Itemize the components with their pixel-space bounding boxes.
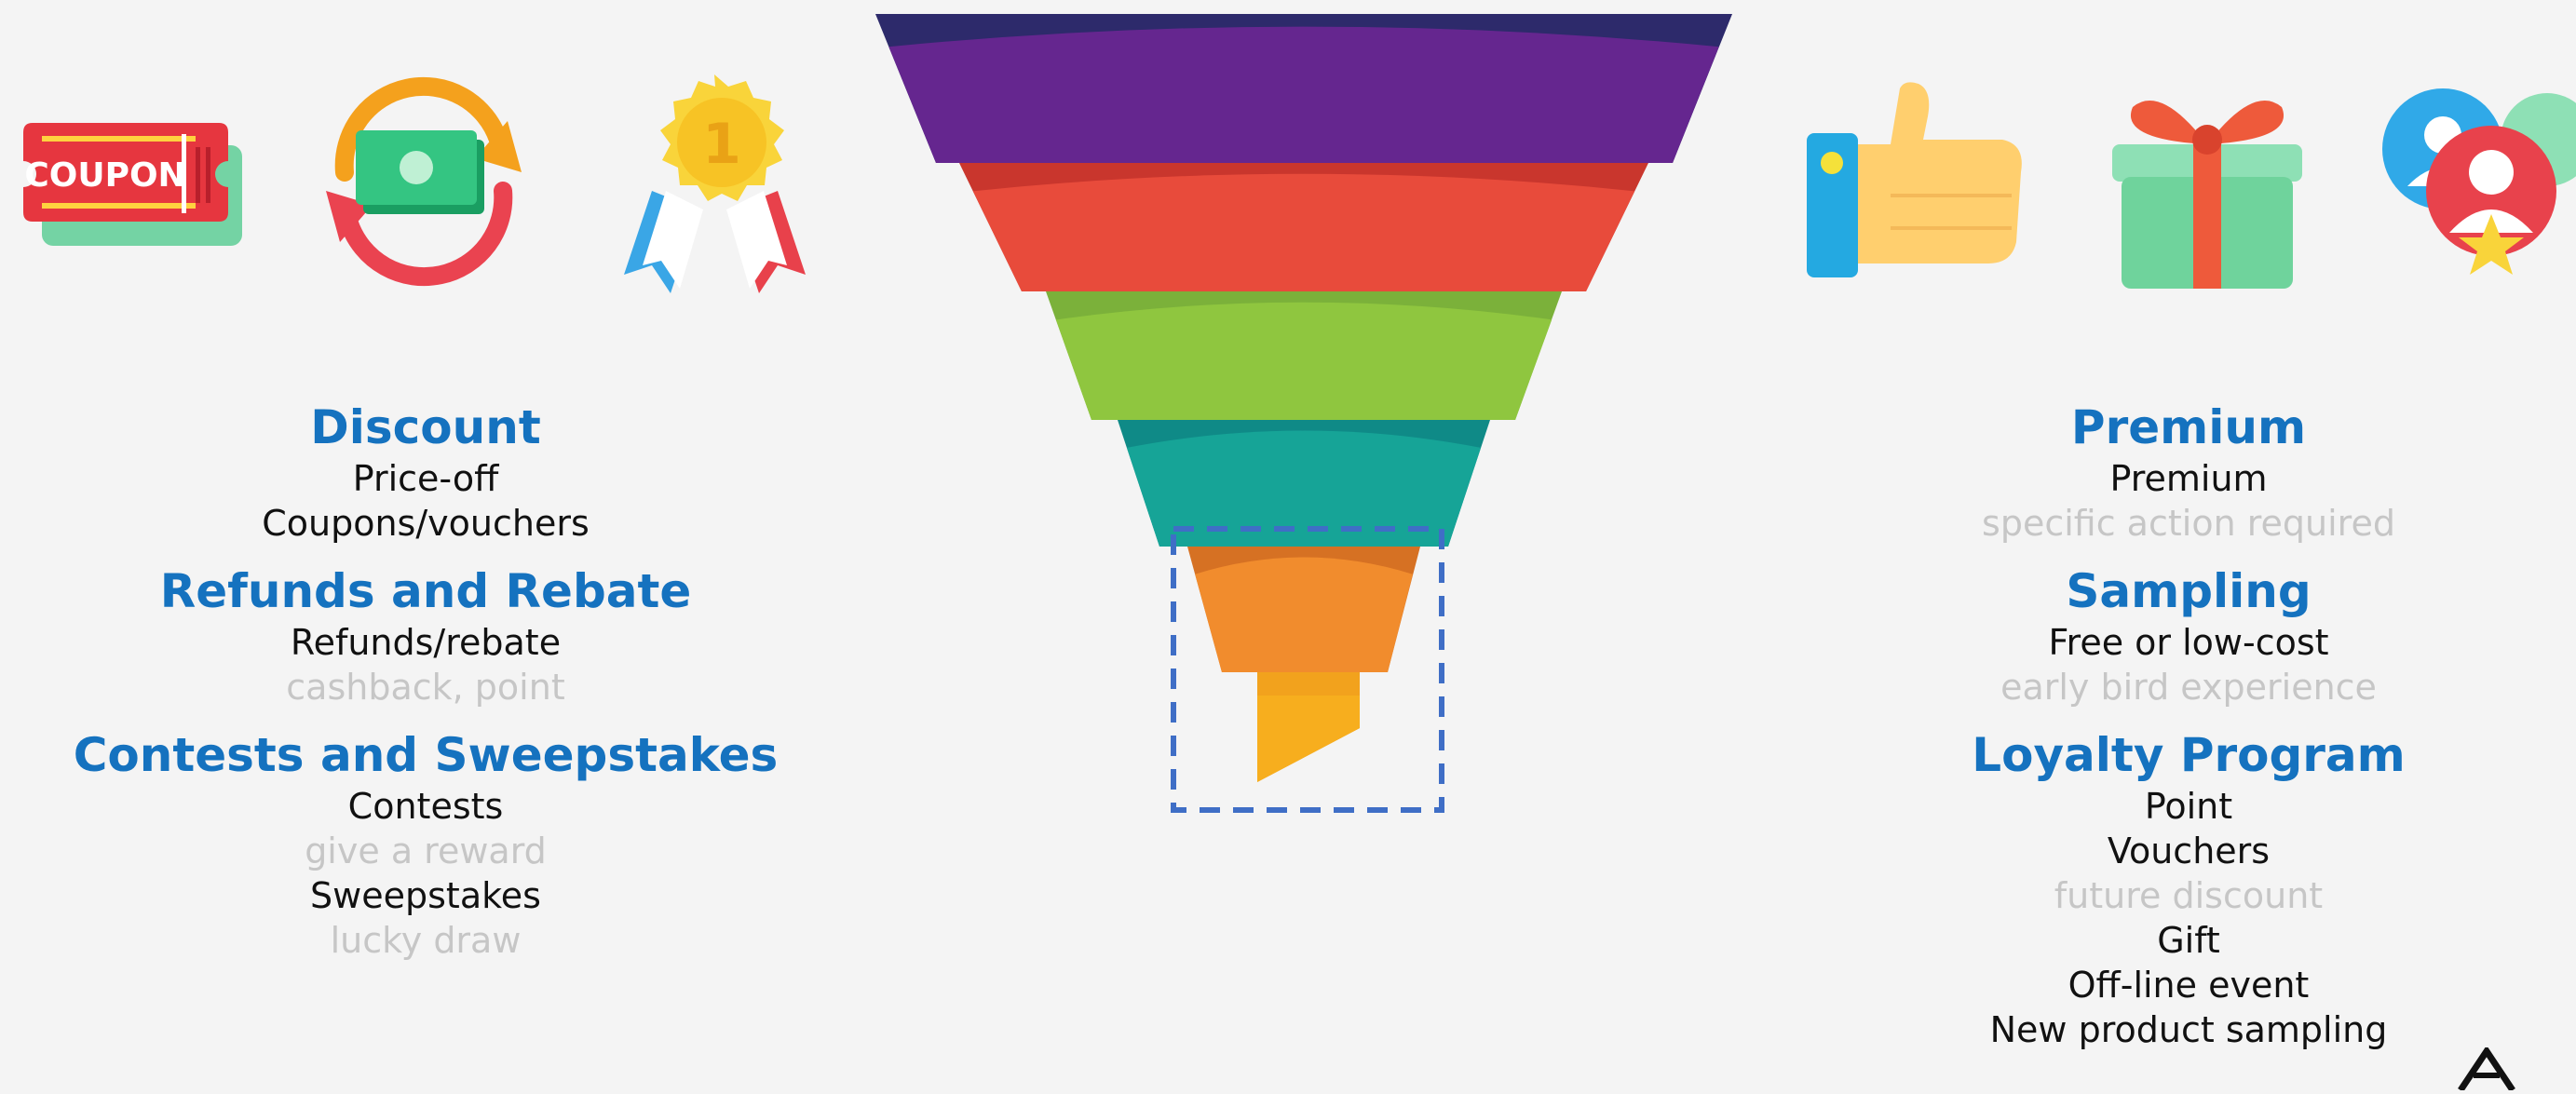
coupons-vouchers-item: Coupons/vouchers bbox=[262, 503, 590, 544]
corner-logo-icon bbox=[2449, 1045, 2576, 1094]
award-medal-icon: 1 bbox=[615, 70, 815, 297]
funnel-layer-face-5 bbox=[1195, 557, 1413, 672]
free-low-cost-item: Free or low-cost bbox=[2048, 622, 2329, 663]
offline-event-item: Off-line event bbox=[2068, 965, 2310, 1006]
loyalty-program-heading: Loyalty Program bbox=[1972, 728, 2406, 782]
price-off-item: Price-off bbox=[352, 458, 499, 499]
money-exchange-icon bbox=[307, 70, 540, 297]
contests-sweepstakes-heading: Contests and Sweepstakes bbox=[73, 728, 779, 782]
funnel-layer-face-6 bbox=[1257, 696, 1360, 782]
sampling-section: Sampling Free or low-cost early bird exp… bbox=[1816, 562, 2561, 709]
left-promotion-list: Discount Price-off Coupons/vouchers Refu… bbox=[53, 398, 798, 979]
award-medal-label: 1 bbox=[702, 112, 741, 177]
refunds-rebate-heading: Refunds and Rebate bbox=[159, 564, 692, 618]
loyalty-program-section: Loyalty Program Point Vouchers future di… bbox=[1816, 726, 2561, 1052]
coupon-icon: COUPON bbox=[23, 119, 251, 253]
lucky-draw-note: lucky draw bbox=[330, 920, 522, 961]
future-discount-note: future discount bbox=[2054, 875, 2324, 916]
thumbs-up-icon bbox=[1802, 79, 2030, 288]
premium-heading: Premium bbox=[2070, 400, 2307, 454]
funnel-layer-face-1 bbox=[888, 26, 1719, 163]
discount-heading: Discount bbox=[310, 400, 541, 454]
coupon-icon-label: COUPON bbox=[24, 156, 185, 195]
refunds-rebate-section: Refunds and Rebate Refunds/rebate cashba… bbox=[53, 562, 798, 709]
funnel-layer-face-3 bbox=[1055, 302, 1552, 420]
vouchers-item: Vouchers bbox=[2107, 831, 2271, 871]
gift-box-icon bbox=[2105, 65, 2310, 297]
give-reward-note: give a reward bbox=[305, 831, 547, 871]
discount-section: Discount Price-off Coupons/vouchers bbox=[53, 398, 798, 546]
gift-item: Gift bbox=[2157, 920, 2220, 961]
loyalty-members-icon bbox=[2379, 84, 2576, 283]
contests-sweepstakes-section: Contests and Sweepstakes Contests give a… bbox=[53, 726, 798, 963]
promotion-funnel bbox=[875, 14, 1732, 818]
right-promotion-list: Premium Premium specific action required… bbox=[1816, 398, 2561, 1069]
sampling-heading: Sampling bbox=[2066, 564, 2312, 618]
cashback-point-note: cashback, point bbox=[286, 667, 565, 708]
early-bird-note: early bird experience bbox=[2000, 667, 2377, 708]
contests-item: Contests bbox=[347, 786, 504, 827]
point-item: Point bbox=[2144, 786, 2233, 827]
funnel-layer-face-2 bbox=[972, 173, 1635, 291]
specific-action-note: specific action required bbox=[1982, 503, 2395, 544]
premium-section: Premium Premium specific action required bbox=[1816, 398, 2561, 546]
new-product-sampling-item: New product sampling bbox=[1989, 1009, 2388, 1050]
refunds-rebate-item: Refunds/rebate bbox=[290, 622, 562, 663]
sweepstakes-item: Sweepstakes bbox=[310, 875, 541, 916]
premium-item: Premium bbox=[2109, 458, 2268, 499]
